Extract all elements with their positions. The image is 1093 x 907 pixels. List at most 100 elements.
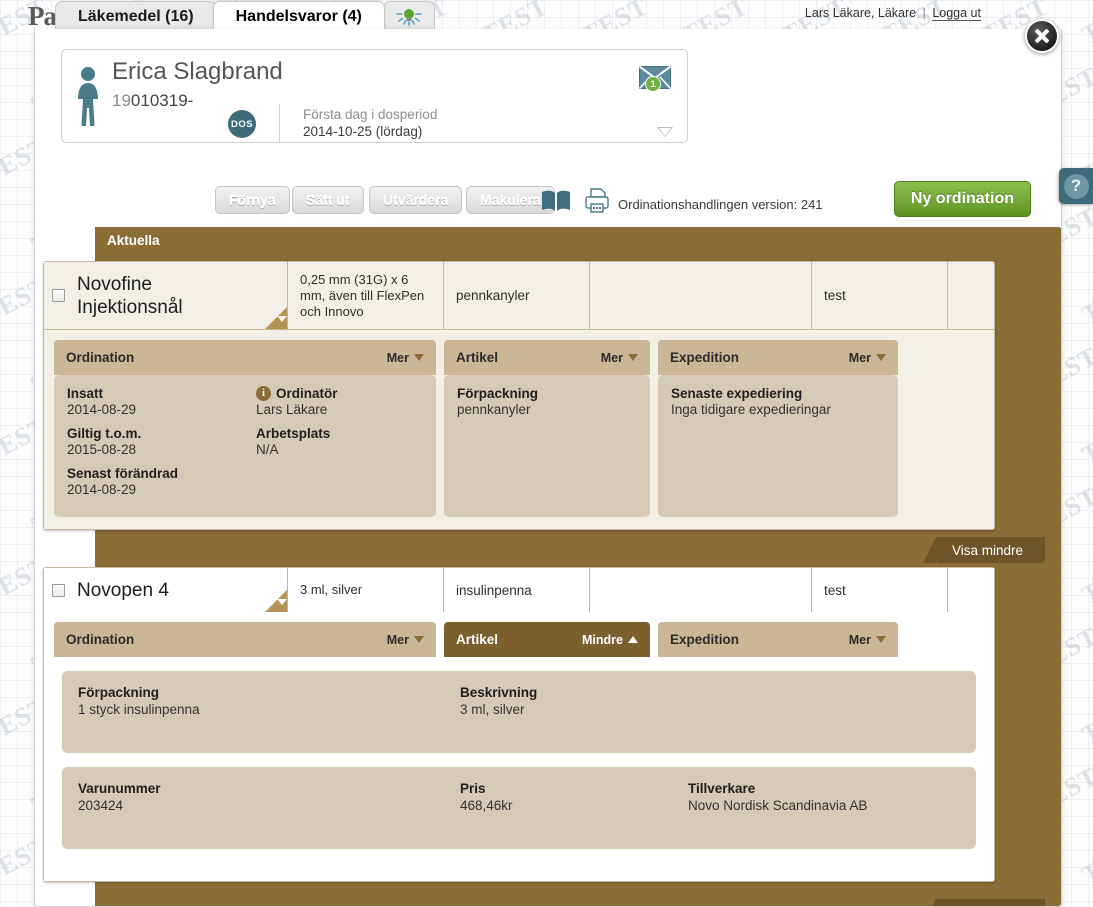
field-pris-value: 468,46kr (460, 798, 513, 813)
section-title-expedition: Expedition (670, 350, 740, 365)
card-description-cell-2: 3 ml, silver (288, 568, 444, 612)
utvardera-button[interactable]: Utvärdera (369, 186, 463, 214)
ordination-left-column: Insatt 2014-08-29 Giltig t.o.m. 2015-08-… (67, 386, 234, 506)
field-ordinator-value: Lars Läkare (256, 402, 328, 417)
tab-lightbulb[interactable] (382, 1, 435, 31)
help-button[interactable]: ? (1059, 168, 1093, 204)
version-text: Ordinationshandlingen version: 241 (618, 197, 823, 212)
field-arbetsplats-value: N/A (256, 442, 279, 457)
field-senast-forandrad: Senast förändrad 2014-08-29 (67, 466, 234, 497)
card-header-row[interactable]: Novofine Injektionsnål 0,25 mm (31G) x 6… (44, 262, 994, 330)
artikel-detail-panel: Förpackning pennkanyler (444, 375, 650, 517)
action-toolbar: Förnya Sätt ut Utvärdera Makulera Ordina… (35, 174, 1061, 226)
close-icon[interactable] (1025, 19, 1059, 53)
question-mark-icon: ? (1063, 173, 1089, 199)
chevron-up-icon (628, 636, 638, 643)
field-pris: Pris 468,46kr (460, 781, 688, 835)
dos-badge: DOS (228, 110, 256, 138)
tab-aktuella[interactable]: Aktuella (95, 227, 189, 253)
card-checkbox[interactable] (52, 289, 65, 302)
field-pris-label: Pris (460, 781, 486, 796)
prescription-card-novofine: Novofine Injektionsnål 0,25 mm (31G) x 6… (43, 261, 995, 530)
tab-lakemedel[interactable]: Läkemedel (16) (55, 1, 217, 31)
chevron-down-icon (876, 354, 886, 361)
section-tabs-row: Ordination Mer Artikel Mer Expedition Me… (44, 330, 994, 375)
card-expand-flag-icon[interactable] (265, 307, 287, 329)
chevron-down-icon (414, 354, 424, 361)
card-header-row-2[interactable]: Novopen 4 3 ml, silver insulinpenna test (44, 568, 994, 612)
print-icon[interactable] (584, 188, 612, 214)
card-end-cell-2 (948, 568, 994, 612)
dose-period-block: Första dag i dosperiod 2014-10-25 (lörda… (303, 106, 437, 140)
card-expand-flag-icon-2[interactable] (265, 590, 287, 612)
section-title-artikel-2: Artikel (456, 632, 499, 647)
field-beskrivning: Beskrivning 3 ml, silver (460, 685, 960, 739)
app-logo: Pa (28, 1, 57, 31)
field-insatt-value: 2014-08-29 (67, 402, 137, 417)
card-blank-cell (590, 262, 812, 329)
field-forpackning: Förpackning pennkanyler (457, 386, 637, 417)
field-tillverkare-value: Novo Nordisk Scandinavia AB (688, 798, 868, 813)
tab-handelsvaror[interactable]: Handelsvaror (4) (212, 1, 385, 31)
watermark-text: TEST (1077, 831, 1093, 890)
chevron-down-icon (628, 354, 638, 361)
section-tab-expedition-2[interactable]: Expedition Mer (658, 622, 898, 657)
expand-caret-icon[interactable] (657, 127, 673, 137)
info-icon[interactable]: i (256, 386, 271, 401)
card-name-cell-2: Novopen 4 (44, 568, 288, 612)
section-toggle-expedition-2[interactable]: Mer (849, 633, 886, 647)
section-tab-artikel-2[interactable]: Artikel Mindre (444, 622, 650, 657)
patient-card[interactable]: Erica Slagbrand 19010319- DOS Första dag… (61, 49, 688, 143)
field-forpackning-2: Förpackning 1 styck insulinpenna (78, 685, 460, 739)
user-info: Lars Läkare, Läkare | Logga ut (805, 6, 981, 21)
patient-divider (279, 104, 280, 142)
section-tab-expedition[interactable]: Expedition Mer (658, 340, 898, 375)
field-senast-value: 2014-08-29 (67, 482, 137, 497)
app-root: TEST TEST TEST TEST TEST TEST TEST TEST TEST TEST… (0, 0, 1093, 907)
section-toggle-artikel-2[interactable]: Mindre (582, 633, 638, 647)
envelope-icon[interactable]: 1 (638, 65, 672, 92)
tab-strip: Läkemedel (16) Handelsvaror (4) (55, 0, 435, 31)
field-expediering-label: Senaste expediering (671, 386, 803, 401)
prescription-card-novopen: Novopen 4 3 ml, silver insulinpenna test… (43, 567, 995, 882)
section-tab-ordination-2[interactable]: Ordination Mer (54, 622, 436, 657)
card-note-cell: test (812, 262, 948, 329)
field-forpackning-value: pennkanyler (457, 402, 531, 417)
card-form-cell-2: insulinpenna (444, 568, 590, 612)
field-beskrivning-value: 3 ml, silver (460, 702, 525, 717)
field-insatt-label: Insatt (67, 386, 104, 401)
artikel-row-1: Förpackning 1 styck insulinpenna Beskriv… (62, 671, 976, 753)
satt-ut-button[interactable]: Sätt ut (292, 186, 364, 214)
field-varunummer: Varunummer 203424 (78, 781, 460, 835)
lightbulb-icon (394, 7, 424, 27)
pnr-century: 19 (112, 91, 131, 110)
chevron-down-icon (414, 636, 424, 643)
section-toggle-ordination[interactable]: Mer (387, 351, 424, 365)
section-title-artikel: Artikel (456, 350, 499, 365)
section-tab-ordination[interactable]: Ordination Mer (54, 340, 436, 375)
field-arbetsplats: Arbetsplats N/A (256, 426, 423, 457)
visa-mindre-button-2[interactable]: Visa mindre (922, 899, 1045, 906)
visa-mindre-button-1[interactable]: Visa mindre (922, 537, 1045, 563)
book-icon[interactable] (541, 189, 571, 212)
main-panel: Erica Slagbrand 19010319- DOS Första dag… (34, 29, 1062, 907)
watermark-text: TEST (1077, 691, 1093, 750)
card-checkbox-2[interactable] (52, 583, 65, 597)
card-detail-row: Insatt 2014-08-29 Giltig t.o.m. 2015-08-… (44, 375, 994, 529)
watermark-text: TEST (1077, 271, 1093, 330)
field-tillverkare-label: Tillverkare (688, 781, 756, 796)
field-varunummer-value: 203424 (78, 798, 124, 813)
section-toggle-expedition[interactable]: Mer (849, 351, 886, 365)
section-toggle-ordination-2[interactable]: Mer (387, 633, 424, 647)
logout-link[interactable]: Logga ut (932, 6, 981, 21)
card-description-cell: 0,25 mm (31G) x 6 mm, även till FlexPen … (288, 262, 444, 329)
card-form-cell: pennkanyler (444, 262, 590, 329)
pnr-body: 010319- (130, 91, 194, 110)
fornya-button[interactable]: Förnya (215, 186, 290, 214)
section-toggle-artikel[interactable]: Mer (601, 351, 638, 365)
section-title-ordination-2: Ordination (66, 632, 135, 647)
new-prescription-button[interactable]: Ny ordination (893, 181, 1031, 217)
field-varunummer-label: Varunummer (78, 781, 161, 796)
section-tab-artikel[interactable]: Artikel Mer (444, 340, 650, 375)
field-senaste-expediering: Senaste expediering Inga tidigare expedi… (671, 386, 885, 417)
